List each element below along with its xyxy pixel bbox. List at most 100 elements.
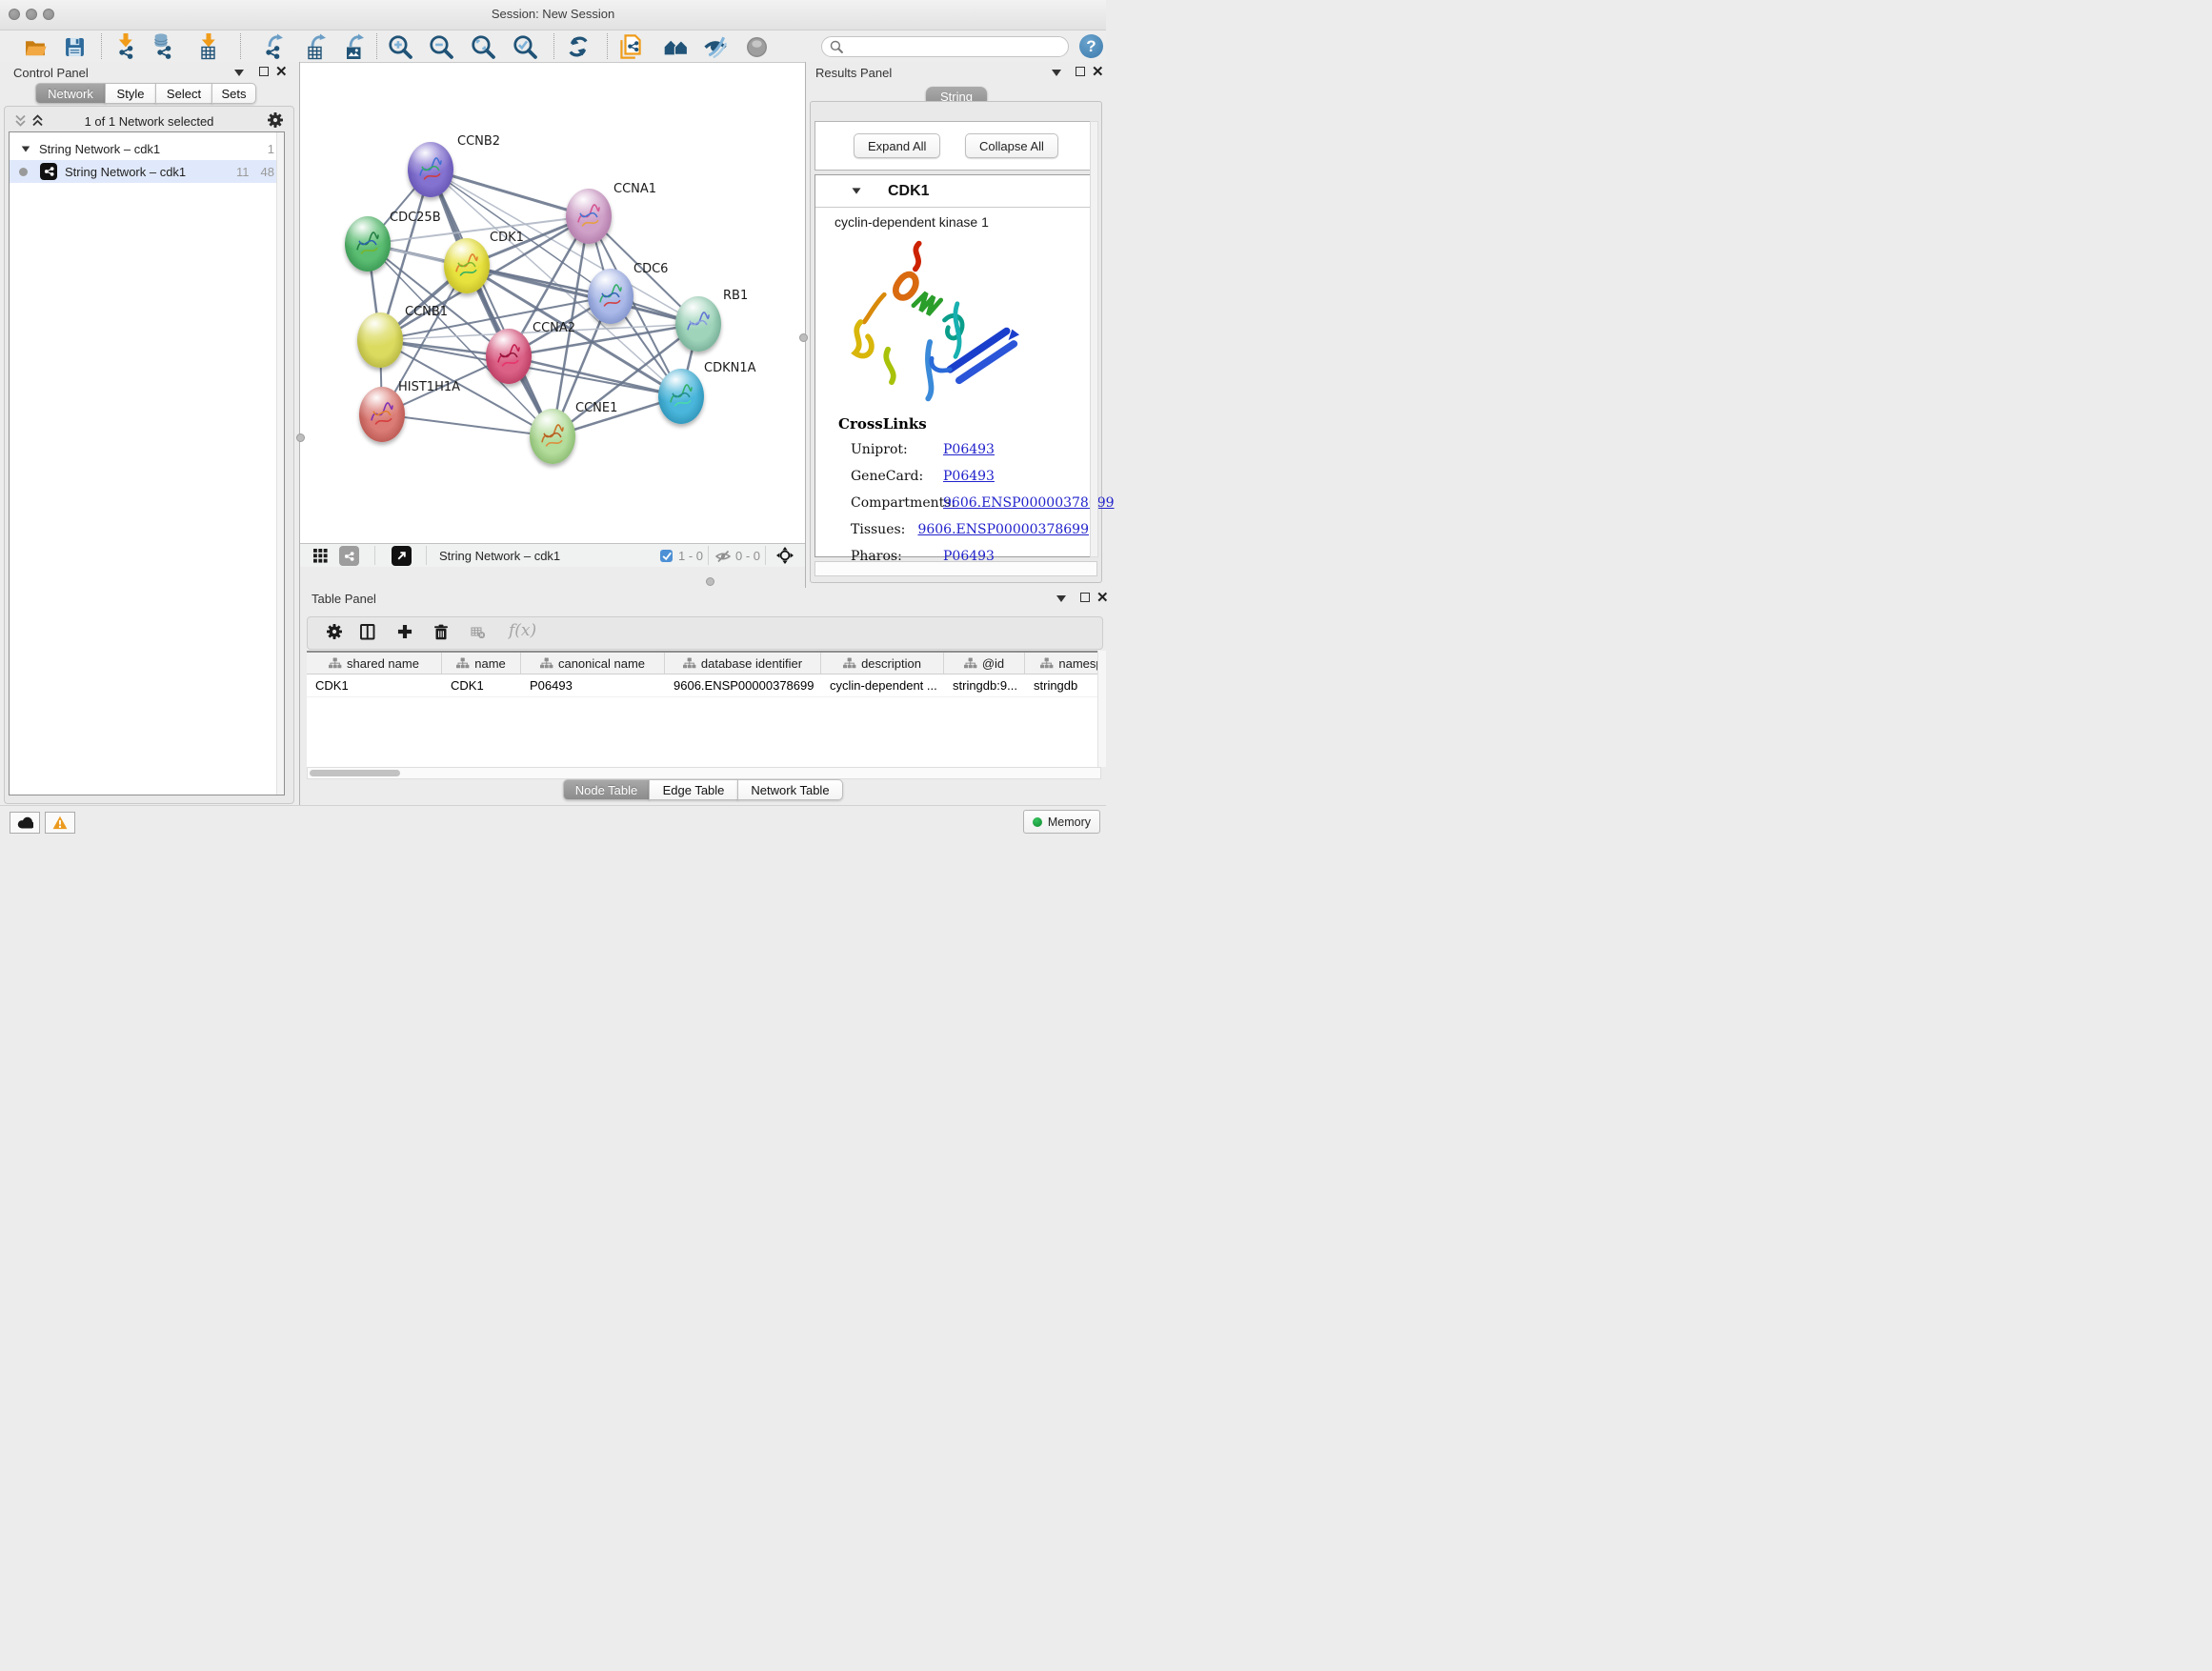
column-type-icon xyxy=(456,657,470,669)
birds-eye-view-icon[interactable] xyxy=(392,546,412,566)
network-node-cdc6[interactable] xyxy=(588,269,633,324)
column-header-database-identifier[interactable]: database identifier xyxy=(665,653,821,674)
memory-button[interactable]: Memory xyxy=(1023,810,1100,834)
help-button[interactable]: ? xyxy=(1079,34,1103,58)
table-cell: cyclin-dependent ... xyxy=(821,674,944,696)
table-vertical-scrollbar[interactable] xyxy=(1097,651,1106,767)
update-views-button[interactable] xyxy=(562,32,594,61)
protein-structure-image xyxy=(838,234,1029,408)
tab-edge-table[interactable]: Edge Table xyxy=(649,779,738,800)
open-session-button[interactable] xyxy=(19,32,51,61)
hidden-eye-icon[interactable] xyxy=(715,549,731,564)
panel-float-icon[interactable] xyxy=(259,67,269,76)
import-table-file-button[interactable] xyxy=(192,32,225,61)
crosshair-icon[interactable] xyxy=(776,547,794,564)
collapse-all-button[interactable]: Collapse All xyxy=(965,133,1058,158)
hide-selected-button[interactable] xyxy=(699,32,732,61)
splitter-handle[interactable] xyxy=(706,577,714,586)
crosslink-value-link[interactable]: 9606.ENSP00000378699 xyxy=(917,522,1089,537)
network-node-rb1[interactable] xyxy=(675,296,721,352)
table-row[interactable]: CDK1CDK1P064939606.ENSP00000378699cyclin… xyxy=(307,674,1101,697)
export-image-button[interactable] xyxy=(338,32,371,61)
network-node-ccne1[interactable] xyxy=(530,409,575,464)
panel-float-icon[interactable] xyxy=(1076,67,1085,76)
collapse-arrow-icon[interactable] xyxy=(22,146,30,151)
panel-float-icon[interactable] xyxy=(1080,593,1090,602)
column-header-shared-name[interactable]: shared name xyxy=(307,653,442,674)
crosslinks-list: Uniprot:P06493GeneCard:P06493Compartment… xyxy=(851,436,1089,570)
zoom-out-button[interactable] xyxy=(425,32,457,61)
collapse-arrow-icon[interactable] xyxy=(853,188,861,193)
import-network-database-button[interactable] xyxy=(146,32,178,61)
zoom-in-button[interactable] xyxy=(384,32,416,61)
network-view-panel: CCNB2CCNA1CDC25BCDK1CDC6RB1CCNB1CCNA2CDK… xyxy=(300,62,805,567)
table-horizontal-scrollbar[interactable] xyxy=(307,767,1101,779)
panel-close-icon[interactable]: ✕ xyxy=(275,68,288,77)
save-session-button[interactable] xyxy=(58,32,90,61)
search-input[interactable] xyxy=(849,39,1048,54)
gear-icon[interactable] xyxy=(268,112,283,128)
network-node-ccna1[interactable] xyxy=(566,189,612,244)
tab-style[interactable]: Style xyxy=(105,83,156,104)
panel-menu-icon[interactable] xyxy=(1056,595,1066,602)
splitter-handle[interactable] xyxy=(799,333,808,342)
network-node-cdk1[interactable] xyxy=(444,238,490,293)
table-cell: CDK1 xyxy=(307,674,442,696)
gene-section-header[interactable]: CDK1 xyxy=(815,175,1096,208)
crosslink-label: Compartments: xyxy=(851,495,943,511)
tree-scrollbar[interactable] xyxy=(276,132,284,795)
network-node-cdkn1a[interactable] xyxy=(658,369,704,424)
scrollbar-thumb[interactable] xyxy=(310,770,400,776)
network-canvas[interactable]: CCNB2CCNA1CDC25BCDK1CDC6RB1CCNB1CCNA2CDK… xyxy=(300,62,805,544)
clone-network-button[interactable] xyxy=(614,32,647,61)
show-columns-icon[interactable] xyxy=(360,624,375,640)
column-header-canonical-name[interactable]: canonical name xyxy=(521,653,665,674)
delete-column-trash-icon[interactable] xyxy=(433,624,449,640)
column-header-description[interactable]: description xyxy=(821,653,944,674)
column-header-name[interactable]: name xyxy=(442,653,521,674)
selected-checkbox-icon[interactable] xyxy=(660,550,673,562)
network-collection-row[interactable]: String Network – cdk1 1 xyxy=(10,137,284,160)
panel-close-icon[interactable]: ✕ xyxy=(1092,68,1104,77)
crosslinks-heading: CrossLinks xyxy=(838,415,927,433)
panel-menu-icon[interactable] xyxy=(234,70,244,76)
column-header-namespace[interactable]: namespace xyxy=(1025,653,1101,674)
crosslink-value-link[interactable]: P06493 xyxy=(943,442,995,457)
network-node-cdc25b[interactable] xyxy=(345,216,391,272)
cloud-button[interactable] xyxy=(10,812,40,834)
splitter-handle[interactable] xyxy=(296,433,305,442)
node-label: CDKN1A xyxy=(704,361,756,375)
network-node-ccnb2[interactable] xyxy=(408,142,453,197)
network-node-hist1h1a[interactable] xyxy=(359,387,405,442)
export-table-button[interactable] xyxy=(300,32,332,61)
panel-close-icon[interactable]: ✕ xyxy=(1096,594,1109,603)
network-row-selected[interactable]: String Network – cdk1 11 48 xyxy=(10,160,284,183)
add-column-icon[interactable] xyxy=(397,624,412,639)
crosslink-value-link[interactable]: P06493 xyxy=(943,469,995,484)
table-settings-gear-icon[interactable] xyxy=(327,624,342,639)
expand-all-button[interactable]: Expand All xyxy=(854,133,940,158)
first-neighbors-button[interactable] xyxy=(659,32,692,61)
network-node-ccna2[interactable] xyxy=(486,329,532,384)
results-scrollbar[interactable] xyxy=(1090,121,1098,557)
crosslink-value-link[interactable]: 9606.ENSP00000378699 xyxy=(943,495,1115,511)
table-panel-tabs: Node Table Edge Table Network Table xyxy=(563,779,843,800)
show-all-button[interactable] xyxy=(740,32,773,61)
tab-node-table[interactable]: Node Table xyxy=(563,779,650,800)
import-network-file-button[interactable] xyxy=(110,32,142,61)
network-overview-icon[interactable] xyxy=(339,546,359,566)
panel-menu-icon[interactable] xyxy=(1052,70,1061,76)
zoom-fit-button[interactable] xyxy=(467,32,499,61)
toolbar-separator xyxy=(553,33,554,59)
export-network-button[interactable] xyxy=(257,32,290,61)
column-header--id[interactable]: @id xyxy=(944,653,1025,674)
grid-view-icon[interactable] xyxy=(313,549,328,563)
tab-network-table[interactable]: Network Table xyxy=(737,779,843,800)
hidden-count: 0 - 0 xyxy=(735,549,760,563)
zoom-selected-button[interactable] xyxy=(509,32,541,61)
network-node-ccnb1[interactable] xyxy=(357,312,403,368)
tab-sets[interactable]: Sets xyxy=(211,83,256,104)
tab-network[interactable]: Network xyxy=(35,83,106,104)
warnings-button[interactable] xyxy=(45,812,75,834)
tab-select[interactable]: Select xyxy=(155,83,212,104)
